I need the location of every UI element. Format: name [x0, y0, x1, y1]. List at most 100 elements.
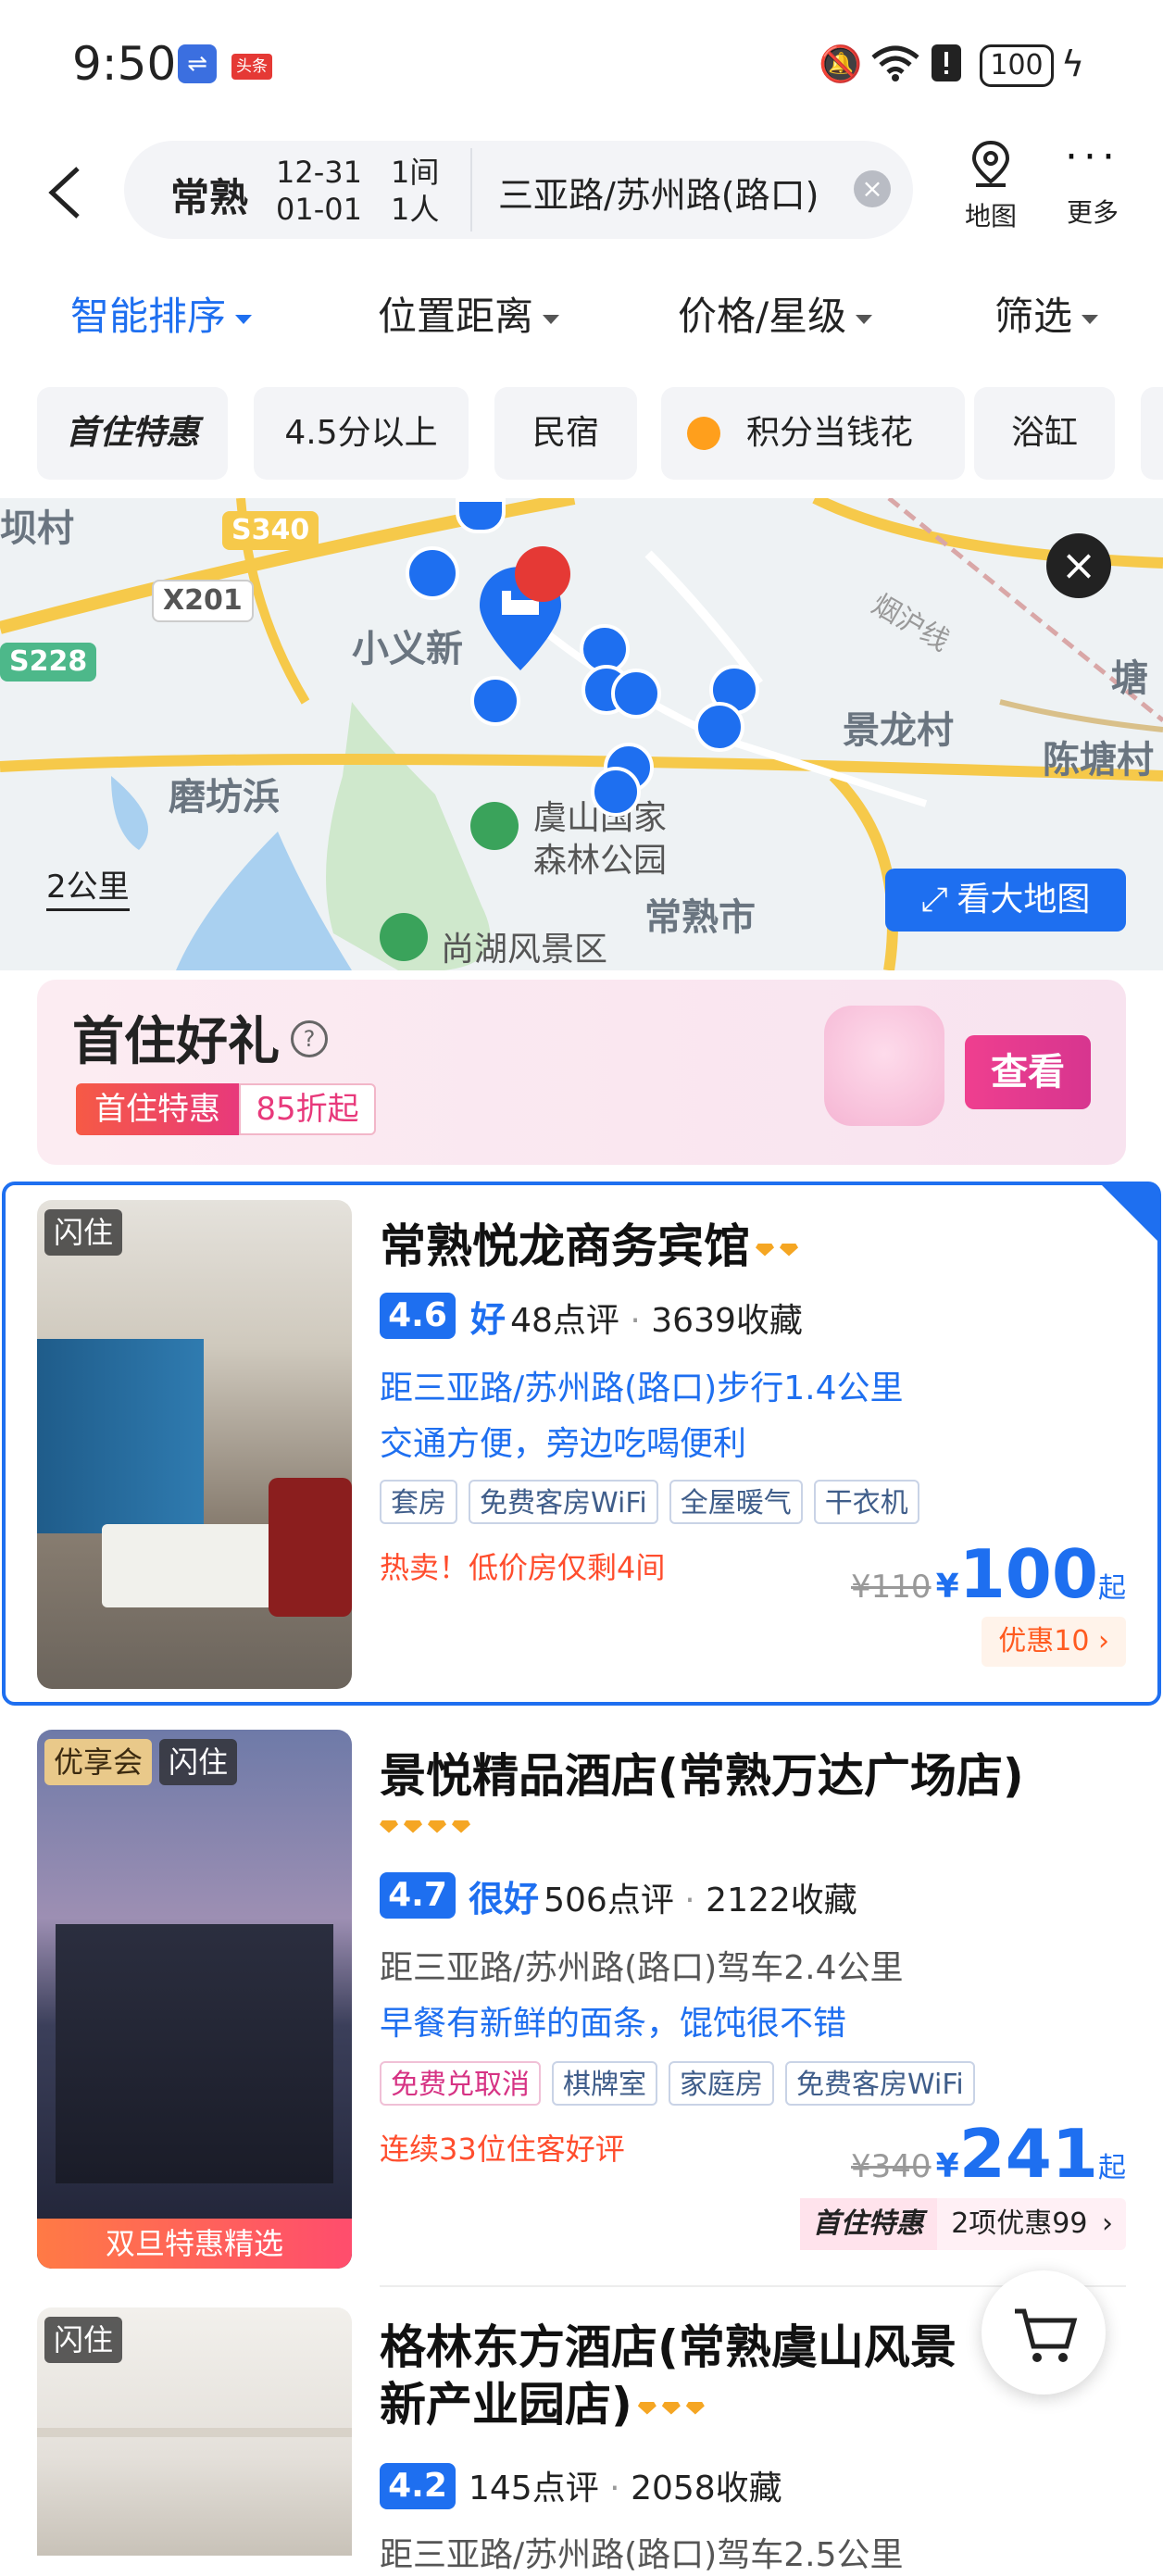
first-stay-tag: 首住特惠 [799, 2198, 937, 2250]
favorite-count: 3639收藏 [651, 1302, 803, 1340]
city-selector[interactable]: 常熟 [170, 167, 248, 223]
checkin-date: 12-31 [276, 155, 362, 190]
rating-score: 4.7 [380, 1872, 456, 1919]
map-view[interactable]: 坝村 小义新 磨坊浜 景龙村 陈塘村 塘 虞山国家 森林公园 常熟市 尚湖风景区… [0, 498, 1163, 970]
hotel-highlight: 交通方便，旁边吃喝便利 [380, 1425, 747, 1463]
view-big-map-button[interactable]: ⤢ 看大地图 [885, 869, 1126, 932]
chip-first-stay[interactable]: 首住特惠 [37, 387, 228, 480]
tag-flash-stay: 闪住 [159, 1739, 238, 1785]
tab-label: 筛选 [994, 294, 1073, 339]
hotel-marker-icon[interactable] [694, 702, 744, 752]
diamond-icon [452, 1819, 470, 1833]
hotel-marker-icon[interactable] [456, 498, 506, 533]
favorite-count: 2058收藏 [631, 2470, 782, 2507]
discount-text: 2项优惠99 [951, 2207, 1088, 2240]
more-label: 更多 [1066, 197, 1119, 228]
map-label: 地图 [964, 201, 1017, 231]
gift-box-icon [824, 1006, 944, 1126]
review-count: 48点评 [510, 1302, 619, 1340]
hotel-marker-icon[interactable] [470, 676, 520, 726]
hotel-distance: 距三亚路/苏州路(路口)驾车2.5公里 [380, 2536, 904, 2574]
tab-smart-sort[interactable]: 智能排序 [70, 285, 253, 342]
map-scale: 2公里 [46, 861, 130, 911]
road-badge: S340 [222, 511, 319, 550]
diamond-rating [374, 1817, 470, 1834]
map-label-place: 景龙村 [843, 709, 954, 752]
charging-icon: ϟ [1061, 44, 1085, 84]
chip-more[interactable] [1141, 387, 1163, 480]
first-stay-gift-banner[interactable]: 首住好礼 ? 首住特惠 85折起 查看 [37, 980, 1126, 1165]
room-count: 1间 [391, 155, 440, 190]
road-badge: X201 [152, 580, 254, 622]
photo-sofa [269, 1478, 352, 1617]
current-price: 241 [958, 2115, 1098, 2193]
chip-points[interactable]: 积分当钱花 [661, 387, 965, 480]
discount-tag[interactable]: 首住特惠 2项优惠99 › [799, 2198, 1126, 2250]
hotel-name[interactable]: 格林东方酒店(常熟虞山风景 新产业园店) [380, 2319, 957, 2433]
chevron-right-icon: › [1098, 1625, 1109, 1657]
search-keyword[interactable]: 三亚路/苏州路(路口) [498, 167, 819, 218]
rating-row: 145点评 · 2058收藏 [469, 2470, 782, 2507]
back-button[interactable] [44, 165, 89, 220]
original-price: ¥110 [851, 1569, 932, 1606]
price-block: ¥340 ¥241起 [851, 2115, 1126, 2193]
close-map-icon[interactable]: × [1046, 533, 1111, 598]
hotel-marker-red-icon[interactable] [515, 546, 570, 602]
caret-down-icon [856, 314, 873, 324]
tab-label: 位置距离 [378, 294, 534, 339]
chip-label: 积分当钱花 [745, 414, 913, 452]
hotel-highlight: 早餐有新鲜的面条，馄饨很不错 [380, 2005, 847, 2043]
promo-text: 热卖！低价房仅剩4间 [380, 1550, 666, 1585]
current-price: 100 [958, 1535, 1098, 1613]
map-label-place: 磨坊浜 [169, 776, 280, 819]
hotel-marker-icon[interactable] [591, 767, 641, 817]
hotel-name-line: 格林东方酒店(常熟虞山风景 [380, 2320, 957, 2374]
banner-title: 首住好礼 [72, 1012, 280, 1072]
room-guest-selector[interactable]: 1间 1人 [391, 154, 439, 228]
hotel-photo[interactable]: 优享会 闪住 双旦特惠精选 [37, 1730, 352, 2269]
more-button[interactable]: ··· 更多 [1056, 137, 1130, 230]
tab-filter[interactable]: 筛选 [994, 285, 1099, 342]
map-button[interactable]: 地图 [954, 139, 1028, 233]
review-count: 506点评 [544, 1882, 674, 1919]
date-selector[interactable]: 12-31 01-01 [276, 154, 362, 228]
hotel-photo[interactable]: 闪住 [37, 2307, 352, 2556]
map-label-park: 森林公园 [533, 842, 668, 880]
banner-view-button[interactable]: 查看 [965, 1035, 1091, 1109]
usb-icon: ⇌ [178, 44, 217, 83]
chip-bathtub[interactable]: 浴缸 [974, 387, 1115, 480]
rating-row: 很好 506点评 · 2122收藏 [469, 1879, 857, 1919]
chip-homestay[interactable]: 民宿 [494, 387, 637, 480]
original-price: ¥340 [851, 2148, 932, 2185]
chip-rating[interactable]: 4.5分以上 [254, 387, 469, 480]
park-pin-icon [470, 802, 519, 850]
diamond-icon [780, 1243, 798, 1257]
hotel-photo[interactable]: 闪住 [37, 1200, 352, 1689]
hotel-name-line: 新产业园店) [380, 2378, 632, 2432]
amenity-tag: 免费兑取消 [380, 2061, 541, 2106]
status-time: 9:50 [72, 37, 177, 91]
hotel-marker-icon[interactable] [611, 669, 661, 719]
discount-tag[interactable]: 优惠10 › [982, 1617, 1126, 1667]
clear-search-icon[interactable]: × [854, 170, 891, 207]
amenity-tag: 套房 [380, 1480, 457, 1524]
diamond-icon [756, 1243, 774, 1257]
chevron-right-icon: › [1102, 2207, 1113, 2240]
corner-bed-icon [1102, 1185, 1157, 1241]
amenity-tag: 家庭房 [669, 2061, 774, 2106]
cart-button[interactable] [982, 2270, 1106, 2395]
hotel-marker-icon[interactable] [406, 546, 459, 600]
photo-table [102, 1524, 287, 1607]
hotel-name[interactable]: 常熟悦龙商务宾馆 [380, 1209, 798, 1276]
park-pin-icon [380, 913, 428, 961]
hotel-name[interactable]: 景悦精品酒店(常熟万达广场店) [380, 1739, 1024, 1806]
wifi-icon [870, 43, 920, 85]
alert-icon [930, 43, 963, 85]
diamond-icon [380, 1819, 398, 1833]
price-suffix: 起 [1098, 2152, 1126, 2184]
tab-label: 智能排序 [70, 294, 227, 339]
diamond-icon [428, 1819, 446, 1833]
tab-price-star[interactable]: 价格/星级 [678, 285, 873, 342]
help-icon[interactable]: ? [291, 1020, 328, 1057]
tab-distance[interactable]: 位置距离 [378, 285, 560, 342]
